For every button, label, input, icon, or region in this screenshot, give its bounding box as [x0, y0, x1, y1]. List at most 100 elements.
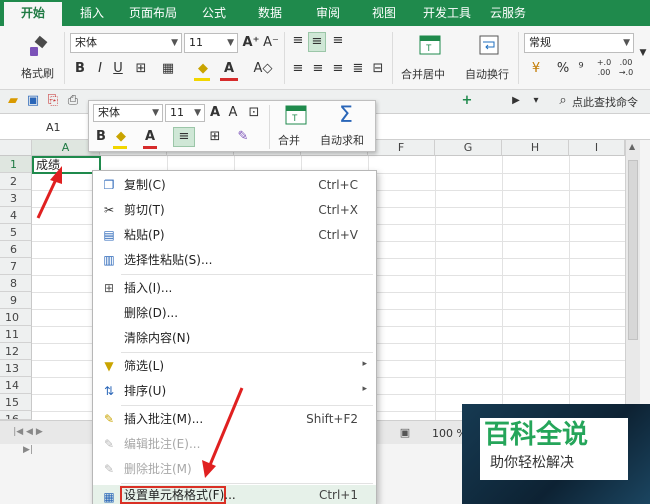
column-header[interactable]: I	[569, 140, 625, 156]
justify-icon[interactable]: ≣	[350, 60, 366, 78]
mini-border-icon[interactable]: ⊞	[207, 128, 223, 146]
tab-home[interactable]: 开始	[4, 0, 62, 26]
column-header[interactable]: F	[368, 140, 435, 156]
percent-button[interactable]: %	[556, 60, 570, 78]
chevron-down-icon[interactable]: ▾	[530, 92, 542, 110]
menu-item-clear[interactable]: 清除内容(N)	[93, 326, 376, 351]
mini-font-color-button[interactable]: A	[143, 128, 157, 146]
decrease-decimal-button[interactable]: .00 →.0	[616, 58, 636, 78]
currency-icon[interactable]: ¥	[526, 60, 546, 78]
tab-review[interactable]: 审阅	[310, 0, 346, 26]
menu-item-insert[interactable]: ⊞ 插入(I)...	[93, 276, 376, 301]
menu-item-filter[interactable]: ▼ 筛选(L) ▸	[93, 354, 376, 379]
mini-font-size-select[interactable]: 11 ▼	[165, 104, 205, 122]
menu-item-copy[interactable]: ❐ 复制(C) Ctrl+C	[93, 173, 376, 198]
tab-insert[interactable]: 插入	[72, 0, 112, 26]
clear-icon[interactable]: ⊡	[245, 104, 263, 122]
menu-item-cut[interactable]: ✂ 剪切(T) Ctrl+X	[93, 198, 376, 223]
align-center-icon[interactable]: ≡	[310, 60, 326, 78]
row-header[interactable]: 15	[0, 394, 32, 411]
mini-fill-color-icon[interactable]: ◆	[113, 128, 129, 146]
menu-item-delete-comment[interactable]: ✎ 删除批注(M)	[93, 457, 376, 482]
row-header[interactable]: 4	[0, 207, 32, 224]
tab-cloud[interactable]: 云服务	[486, 0, 530, 26]
new-tab-icon[interactable]: +	[460, 92, 474, 110]
tab-developer[interactable]: 开发工具	[420, 0, 474, 26]
row-header[interactable]: 10	[0, 309, 32, 326]
shrink-font-button[interactable]: A	[225, 104, 241, 122]
align-left-icon[interactable]: ≡	[290, 60, 306, 78]
page-layout-icon[interactable]: ▣	[398, 424, 412, 442]
wrap-text-button[interactable]: 自动换行	[462, 32, 516, 86]
row-header[interactable]: 7	[0, 258, 32, 275]
align-right-icon[interactable]: ≡	[330, 60, 346, 78]
mini-merge-button[interactable]: T 合并	[275, 103, 315, 149]
shrink-font-button[interactable]: A⁻	[262, 34, 280, 52]
underline-button[interactable]: U	[110, 60, 126, 78]
share-icon[interactable]: ▶	[510, 92, 522, 110]
row-header[interactable]: 11	[0, 326, 32, 343]
menu-item-edit-comment[interactable]: ✎ 编辑批注(E)...	[93, 432, 376, 457]
menu-item-delete[interactable]: 删除(D)...	[93, 301, 376, 326]
align-bottom-icon[interactable]: ≡	[330, 32, 346, 50]
mini-align-center-icon[interactable]: ≡	[173, 127, 195, 147]
menu-item-insert-comment[interactable]: ✎ 插入批注(M)... Shift+F2	[93, 407, 376, 432]
row-header[interactable]: 13	[0, 360, 32, 377]
menu-item-format-cells[interactable]: ▦ 设置单元格格式(F)... Ctrl+1	[93, 485, 376, 504]
mini-brush-icon[interactable]: ✎	[235, 128, 251, 146]
mini-font-name-select[interactable]: 宋体 ▼	[93, 104, 163, 122]
save-icon[interactable]: ▣	[26, 92, 40, 110]
row-header[interactable]: 3	[0, 190, 32, 207]
font-color-button[interactable]: A	[220, 60, 238, 78]
row-header[interactable]: 5	[0, 224, 32, 241]
number-format-select[interactable]: 常规 ▼	[524, 33, 634, 53]
scroll-thumb[interactable]	[628, 160, 638, 340]
print-icon[interactable]: ⎙	[66, 92, 80, 110]
row-header[interactable]: 16	[0, 411, 32, 420]
menu-item-paste[interactable]: ▤ 粘贴(P) Ctrl+V	[93, 223, 376, 248]
column-header[interactable]: G	[435, 140, 502, 156]
column-header[interactable]: H	[502, 140, 569, 156]
merge-center-button[interactable]: T 合并居中	[398, 32, 460, 86]
row-header[interactable]: 2	[0, 173, 32, 190]
distribute-icon[interactable]: ⊟	[370, 60, 386, 78]
align-middle-icon[interactable]: ≡	[308, 32, 326, 52]
increase-decimal-button[interactable]: +.0 .00	[594, 58, 614, 78]
pdf-icon[interactable]: ⎘	[46, 92, 60, 110]
menu-item-paste-special[interactable]: ▥ 选择性粘贴(S)...	[93, 248, 376, 273]
row-header[interactable]: 8	[0, 275, 32, 292]
cell-reference[interactable]: A1	[46, 121, 61, 134]
row-header[interactable]: 9	[0, 292, 32, 309]
font-name-select[interactable]: 宋体 ▼	[70, 33, 182, 53]
font-size-select[interactable]: 11 ▼	[184, 33, 238, 53]
mini-autosum-button[interactable]: Σ 自动求和	[317, 103, 375, 149]
border-icon[interactable]: ⊞	[132, 60, 150, 78]
fill-color-icon[interactable]: ◆	[194, 60, 212, 78]
tab-page-layout[interactable]: 页面布局	[124, 0, 182, 26]
grow-font-button[interactable]: A	[207, 104, 223, 122]
mini-bold-button[interactable]: B	[95, 128, 107, 146]
row-header[interactable]: 14	[0, 377, 32, 394]
row-header[interactable]: 12	[0, 343, 32, 360]
row-header[interactable]: 1	[0, 156, 32, 173]
row-header[interactable]: 6	[0, 241, 32, 258]
tab-view[interactable]: 视图	[366, 0, 402, 26]
select-all-corner[interactable]	[0, 140, 32, 156]
tab-data[interactable]: 数据	[252, 0, 288, 26]
tab-formulas[interactable]: 公式	[196, 0, 232, 26]
command-search-label[interactable]: 点此查找命令	[572, 94, 638, 110]
format-painter-button[interactable]: 格式刷	[14, 32, 60, 86]
fill-grid-icon[interactable]: ▦	[158, 60, 178, 78]
bold-button[interactable]: B	[72, 60, 88, 78]
search-icon[interactable]: ⌕	[556, 92, 570, 110]
folder-icon[interactable]: ▰	[6, 92, 20, 110]
menu-item-sort[interactable]: ⇅ 排序(U) ▸	[93, 379, 376, 404]
align-top-icon[interactable]: ≡	[290, 32, 306, 50]
cell-a1[interactable]: 成绩	[32, 156, 101, 174]
clear-format-icon[interactable]: A◇	[252, 60, 274, 78]
grow-font-button[interactable]: A⁺	[242, 34, 260, 52]
sheet-nav-icon[interactable]: |◀ ◀ ▶ ▶|	[8, 423, 48, 459]
vertical-scrollbar[interactable]: ▲	[625, 140, 640, 420]
comma-style-button[interactable]: ⁹	[574, 60, 588, 78]
italic-button[interactable]: I	[92, 60, 108, 78]
